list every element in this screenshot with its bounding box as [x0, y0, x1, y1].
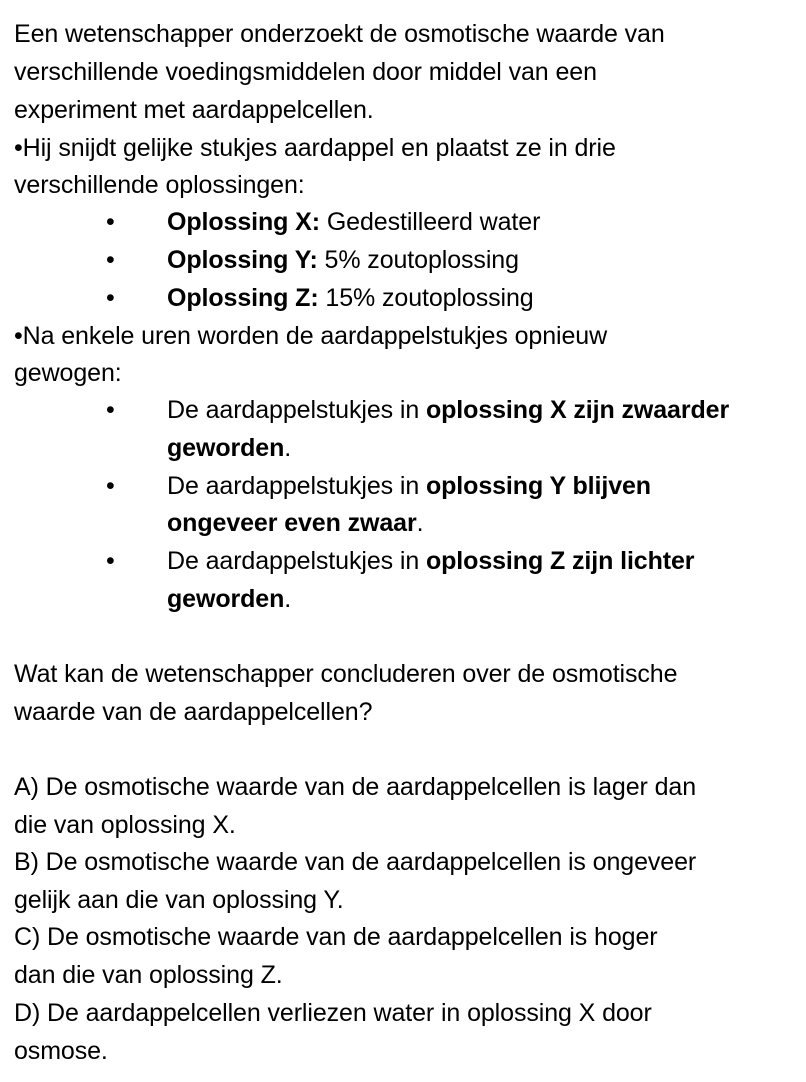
result-bold: oplossing Y blijven [425, 472, 651, 500]
solution-text: Gedestilleerd water [319, 208, 541, 236]
intro-line-2: verschillende voedingsmiddelen door midd… [14, 58, 597, 86]
option-b-line-1: B) De osmotische waarde van de aardappel… [14, 848, 697, 876]
solution-z: Oplossing Z: 15% zoutoplossing [167, 279, 534, 317]
intro-line-1: Een wetenschapper onderzoekt de osmotisc… [14, 20, 665, 48]
option-c-line-2: dan die van oplossing Z. [14, 961, 283, 989]
result-suffix: . [284, 585, 292, 613]
result-x-line-2: geworden. [167, 429, 291, 467]
result-prefix: De aardappelstukjes in [167, 547, 426, 575]
option-b-line-2: gelijk aan die van oplossing Y. [14, 886, 344, 914]
intro-line-3: experiment met aardappelcellen. [14, 96, 374, 124]
result-bold: geworden [167, 585, 285, 613]
result-bold: geworden [167, 434, 285, 462]
result-x-line-1: De aardappelstukjes in oplossing X zijn … [167, 391, 729, 429]
solution-label: Oplossing Z: [167, 284, 319, 312]
result-y-line-2: ongeveer even zwaar. [167, 504, 424, 542]
solution-y: Oplossing Y: 5% zoutoplossing [167, 241, 519, 279]
step2-line-1: •Na enkele uren worden de aardappelstukj… [14, 322, 608, 350]
option-a-line-2: die van oplossing X. [14, 811, 236, 839]
result-y-line-1: De aardappelstukjes in oplossing Y blijv… [167, 467, 651, 505]
solution-x: Oplossing X: Gedestilleerd water [167, 203, 540, 241]
result-suffix: . [284, 434, 292, 462]
bullet: • [106, 208, 115, 236]
result-prefix: De aardappelstukjes in [167, 396, 426, 424]
option-d-line-1: D) De aardappelcellen verliezen water in… [14, 999, 652, 1027]
solution-label: Oplossing X: [167, 208, 320, 236]
option-c-line-1: C) De osmotische waarde van de aardappel… [14, 923, 658, 951]
result-z-line-2: geworden. [167, 580, 291, 618]
step2-line-2: gewogen: [14, 359, 122, 387]
question-line-1: Wat kan de wetenschapper concluderen ove… [14, 660, 678, 688]
question-line-2: waarde van de aardappelcellen? [14, 698, 373, 726]
bullet: • [106, 547, 115, 575]
bullet: • [106, 246, 115, 274]
bullet: • [106, 284, 115, 312]
result-bold: oplossing Z zijn lichter [425, 547, 695, 575]
solution-text: 15% zoutoplossing [318, 284, 534, 312]
bullet: • [106, 472, 115, 500]
result-suffix: . [416, 509, 424, 537]
option-a-line-1: A) De osmotische waarde van de aardappel… [14, 773, 697, 801]
solution-text: 5% zoutoplossing [317, 246, 519, 274]
step1-line-2: verschillende oplossingen: [14, 171, 305, 199]
question-document: Een wetenschapper onderzoekt de osmotisc… [0, 0, 806, 1082]
option-d-line-2: osmose. [14, 1037, 108, 1065]
solution-label: Oplossing Y: [167, 246, 318, 274]
result-bold: oplossing X zijn zwaarder [425, 396, 730, 424]
bullet: • [106, 396, 115, 424]
step1-line-1: •Hij snijdt gelijke stukjes aardappel en… [14, 134, 616, 162]
result-z-line-1: De aardappelstukjes in oplossing Z zijn … [167, 542, 695, 580]
result-bold: ongeveer even zwaar [167, 509, 417, 537]
result-prefix: De aardappelstukjes in [167, 472, 426, 500]
